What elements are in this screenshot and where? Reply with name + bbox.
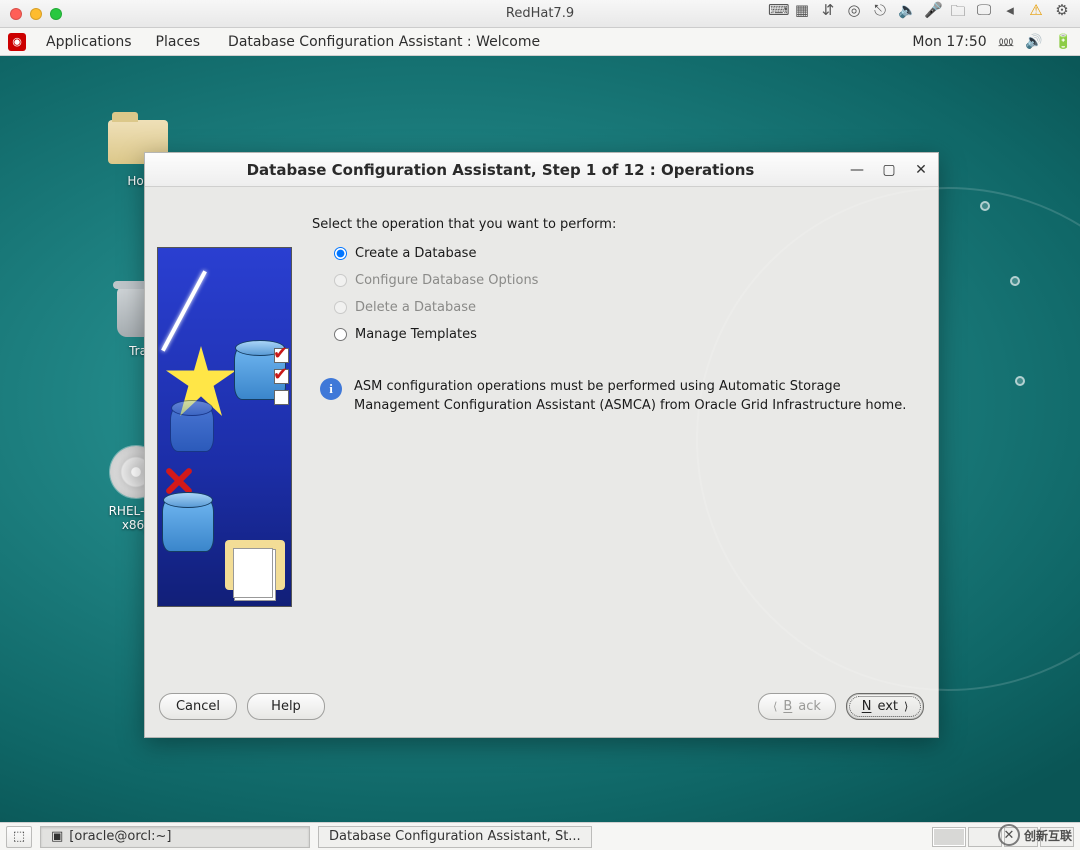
warning-icon[interactable]: ⚠	[1028, 1, 1044, 26]
close-icon[interactable]: ✕	[912, 161, 930, 179]
clock[interactable]: Mon 17:50	[912, 34, 986, 50]
network-icon[interactable]: ⅏	[999, 32, 1013, 51]
host-titlebar: RedHat7.9 ⌨ ▦ ⇵ ◎ ⎋ 🔈 🎤 🗀 🖵 ◂ ⚠ ⚙	[0, 0, 1080, 28]
mic-icon[interactable]: 🎤	[924, 1, 940, 26]
delete-x-icon	[164, 466, 192, 494]
chip-icon[interactable]: ▦	[794, 1, 810, 26]
graph-icon[interactable]: ⎋	[872, 1, 888, 26]
radio-label: Configure Database Options	[355, 273, 538, 288]
keyboard-icon[interactable]: ⌨	[768, 1, 784, 26]
button-label: N	[862, 699, 872, 714]
back-icon[interactable]: ◂	[1002, 1, 1018, 26]
minimize-icon[interactable]	[30, 8, 42, 20]
target-icon[interactable]: ◎	[846, 1, 862, 26]
watermark-text: 创新互联	[1024, 827, 1072, 844]
host-tray: ⌨ ▦ ⇵ ◎ ⎋ 🔈 🎤 🗀 🖵 ◂ ⚠ ⚙	[768, 1, 1070, 26]
button-label: Help	[271, 699, 301, 714]
terminal-icon: ▣	[51, 829, 63, 844]
folder-icon[interactable]: 🗀	[950, 1, 966, 26]
close-icon[interactable]	[10, 8, 22, 20]
task-label: Database Configuration Assistant, St...	[329, 829, 581, 844]
radio-input[interactable]	[334, 247, 347, 260]
radio-input[interactable]	[334, 328, 347, 341]
watermark-icon: ✕	[998, 824, 1020, 846]
places-menu[interactable]: Places	[144, 34, 213, 50]
back-button: ⟨ Back	[758, 693, 836, 720]
radio-manage-templates[interactable]: Manage Templates	[334, 327, 920, 342]
dialog-title: Database Configuration Assistant, Step 1…	[153, 161, 848, 179]
dialog-footer: Cancel Help ⟨ Back Next ⟩	[145, 685, 938, 737]
templates-folder-icon	[225, 540, 285, 590]
radio-create-database[interactable]: Create a Database	[334, 246, 920, 261]
info-icon: i	[320, 378, 342, 400]
decoration	[1010, 276, 1020, 286]
usb-icon[interactable]: ⇵	[820, 1, 836, 26]
info-text: ASM configuration operations must be per…	[354, 378, 914, 416]
taskbar-task-terminal[interactable]: ▣ [oracle@orcl:~]	[40, 826, 310, 848]
sound-icon[interactable]: 🔊	[1025, 34, 1042, 50]
maximize-icon[interactable]: ▢	[880, 161, 898, 179]
show-desktop-button[interactable]: ⬚	[6, 826, 32, 848]
window-controls	[10, 8, 62, 20]
task-label: [oracle@orcl:~]	[69, 829, 171, 844]
operation-radio-group: Create a Database Configure Database Opt…	[312, 246, 920, 342]
next-button[interactable]: Next ⟩	[846, 693, 924, 720]
radio-label: Create a Database	[355, 246, 476, 261]
dialog-body: Select the operation that you want to pe…	[145, 187, 938, 685]
radio-configure-options: Configure Database Options	[334, 273, 920, 288]
dialog-content: Select the operation that you want to pe…	[312, 203, 920, 677]
redhat-logo-icon[interactable]: ◉	[8, 33, 26, 51]
dialog-window-buttons: — ▢ ✕	[848, 161, 930, 179]
chevron-left-icon: ⟨	[773, 700, 777, 713]
desktop[interactable]: Hor Tra RHEL-7.9 x86_ Database Configura…	[0, 56, 1080, 822]
radio-label: Manage Templates	[355, 327, 477, 342]
database-icon	[162, 498, 214, 552]
gear-icon[interactable]: ⚙	[1054, 1, 1070, 26]
wizard-image	[157, 247, 292, 607]
workspace-1[interactable]	[932, 827, 966, 847]
dialog-titlebar[interactable]: Database Configuration Assistant, Step 1…	[145, 153, 938, 187]
prompt-text: Select the operation that you want to pe…	[312, 217, 920, 232]
minimize-icon[interactable]: —	[848, 161, 866, 179]
button-label-rest: ext	[877, 699, 898, 714]
active-window-title[interactable]: Database Configuration Assistant : Welco…	[212, 34, 540, 50]
decoration	[980, 201, 990, 211]
checklist-icon	[274, 348, 289, 405]
help-button[interactable]: Help	[247, 693, 325, 720]
host-title: RedHat7.9	[506, 6, 574, 21]
database-icon	[170, 406, 214, 452]
gnome-top-panel: ◉ Applications Places Database Configura…	[0, 28, 1080, 56]
button-label-rest: ack	[798, 699, 821, 714]
battery-icon[interactable]: 🔋	[1055, 34, 1072, 50]
decoration	[1015, 376, 1025, 386]
volume-icon[interactable]: 🔈	[898, 1, 914, 26]
gnome-bottom-panel: ⬚ ▣ [oracle@orcl:~] Database Configurati…	[0, 822, 1080, 850]
info-note: i ASM configuration operations must be p…	[312, 378, 920, 416]
radio-delete-database: Delete a Database	[334, 300, 920, 315]
display-icon[interactable]: 🖵	[976, 1, 992, 26]
radio-input	[334, 301, 347, 314]
workspace-2[interactable]	[968, 827, 1002, 847]
cancel-button[interactable]: Cancel	[159, 693, 237, 720]
applications-menu[interactable]: Applications	[34, 34, 144, 50]
radio-input	[334, 274, 347, 287]
button-label: B	[783, 699, 792, 714]
dbca-dialog: Database Configuration Assistant, Step 1…	[144, 152, 939, 738]
button-label: Cancel	[176, 699, 220, 714]
taskbar-task-dbca[interactable]: Database Configuration Assistant, St...	[318, 826, 592, 848]
chevron-right-icon: ⟩	[904, 700, 908, 713]
watermark: ✕ 创新互联	[998, 824, 1072, 846]
wand-icon	[161, 270, 207, 351]
zoom-icon[interactable]	[50, 8, 62, 20]
radio-label: Delete a Database	[355, 300, 476, 315]
